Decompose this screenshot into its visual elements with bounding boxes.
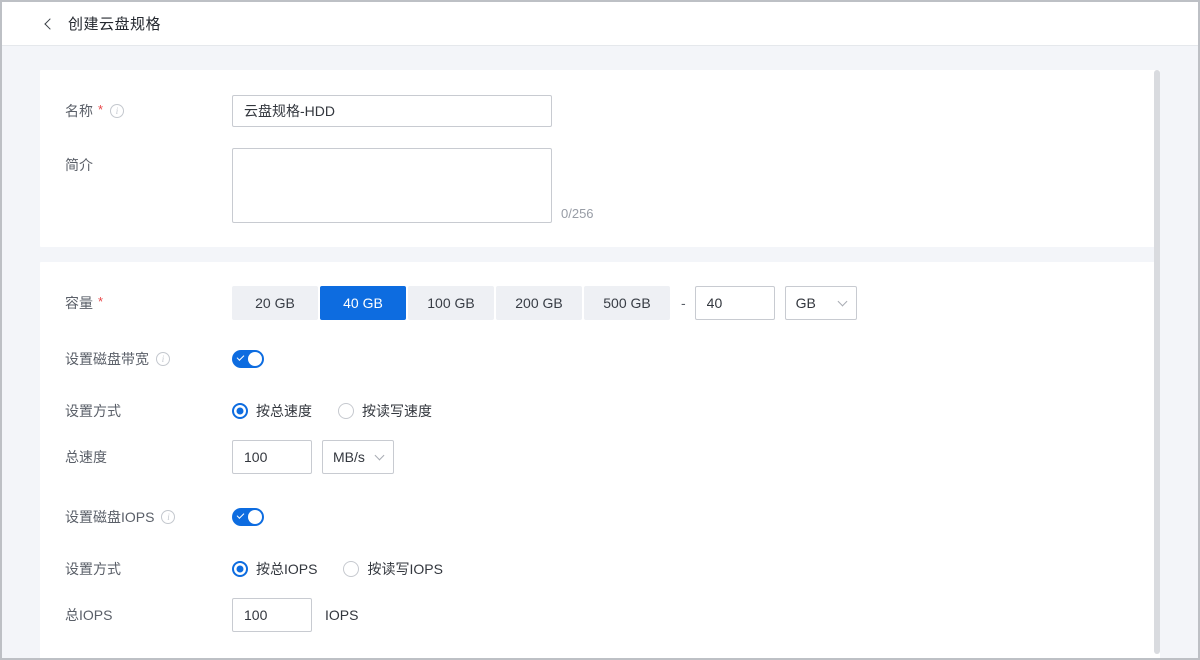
- speed-unit-value: MB/s: [333, 449, 365, 465]
- required-asterisk: *: [98, 102, 103, 117]
- chevron-down-icon: [375, 451, 385, 461]
- total-speed-input[interactable]: [232, 440, 312, 474]
- speed-mode-row: 设置方式 按总速度 按读写速度: [65, 394, 1135, 428]
- info-icon[interactable]: i: [110, 104, 124, 118]
- description-field-label-group: 简介: [65, 148, 232, 175]
- description-textarea[interactable]: [232, 148, 552, 223]
- radio-circle: [232, 561, 248, 577]
- speed-mode-label: 设置方式: [65, 401, 121, 421]
- speed-mode-radio-group: 按总速度 按读写速度: [232, 401, 432, 421]
- radio-circle: [343, 561, 359, 577]
- total-iops-input[interactable]: [232, 598, 312, 632]
- speed-mode-label-group: 设置方式: [65, 401, 232, 421]
- check-icon: [237, 353, 245, 361]
- description-textarea-wrap: 0/256: [232, 148, 594, 223]
- page-header: 创建云盘规格: [2, 2, 1198, 46]
- iops-unit-label: IOPS: [325, 607, 358, 623]
- bandwidth-label-group: 设置磁盘带宽 i: [65, 349, 232, 369]
- capacity-config-card: 容量 * 20 GB 40 GB 100 GB 200 GB 500 GB - G…: [40, 262, 1160, 658]
- radio-readwrite-iops-label: 按读写IOPS: [367, 559, 442, 579]
- page-title: 创建云盘规格: [68, 13, 161, 34]
- iops-mode-label-group: 设置方式: [65, 559, 232, 579]
- iops-toggle-label: 设置磁盘IOPS: [65, 507, 154, 527]
- check-icon: [237, 511, 245, 519]
- toggle-knob: [248, 510, 262, 524]
- total-speed-label-group: 总速度: [65, 447, 232, 467]
- iops-mode-row: 设置方式 按总IOPS 按读写IOPS: [65, 552, 1135, 586]
- capacity-label-group: 容量 *: [65, 293, 232, 313]
- capacity-option-40gb[interactable]: 40 GB: [320, 286, 406, 320]
- radio-circle: [338, 403, 354, 419]
- iops-mode-label: 设置方式: [65, 559, 121, 579]
- total-iops-label: 总IOPS: [65, 605, 112, 625]
- capacity-option-group: 20 GB 40 GB 100 GB 200 GB 500 GB: [232, 286, 670, 320]
- char-counter: 0/256: [561, 206, 594, 223]
- toggle-knob: [248, 352, 262, 366]
- name-label: 名称: [65, 101, 93, 121]
- iops-toggle[interactable]: [232, 508, 264, 526]
- capacity-row: 容量 * 20 GB 40 GB 100 GB 200 GB 500 GB - G…: [65, 286, 1135, 320]
- vertical-scrollbar-thumb[interactable]: [1154, 70, 1160, 654]
- radio-circle: [232, 403, 248, 419]
- custom-capacity-input[interactable]: [695, 286, 775, 320]
- capacity-option-100gb[interactable]: 100 GB: [408, 286, 494, 320]
- radio-total-speed-label: 按总速度: [256, 401, 312, 421]
- radio-total-iops-label: 按总IOPS: [256, 559, 317, 579]
- info-icon[interactable]: i: [156, 352, 170, 366]
- iops-toggle-row: 设置磁盘IOPS i: [65, 500, 1135, 534]
- radio-total-iops[interactable]: 按总IOPS: [232, 559, 317, 579]
- basic-info-card: 名称 * i 简介 0/256: [40, 70, 1160, 247]
- name-field-label-group: 名称 * i: [65, 101, 232, 121]
- range-separator: -: [681, 295, 686, 311]
- description-label: 简介: [65, 155, 93, 175]
- description-field-row: 简介 0/256: [65, 148, 1135, 223]
- chevron-down-icon: [837, 297, 847, 307]
- capacity-unit-select[interactable]: GB: [785, 286, 857, 320]
- bandwidth-toggle-row: 设置磁盘带宽 i: [65, 342, 1135, 376]
- capacity-label: 容量: [65, 293, 93, 313]
- total-speed-row: 总速度 MB/s: [65, 440, 1135, 474]
- bandwidth-label: 设置磁盘带宽: [65, 349, 149, 369]
- name-field-row: 名称 * i: [65, 95, 1135, 127]
- back-button[interactable]: [40, 16, 56, 32]
- info-icon[interactable]: i: [161, 510, 175, 524]
- capacity-unit-value: GB: [796, 295, 816, 311]
- iops-toggle-label-group: 设置磁盘IOPS i: [65, 507, 232, 527]
- total-iops-row: 总IOPS IOPS: [65, 598, 1135, 632]
- speed-unit-select[interactable]: MB/s: [322, 440, 394, 474]
- capacity-option-200gb[interactable]: 200 GB: [496, 286, 582, 320]
- iops-mode-radio-group: 按总IOPS 按读写IOPS: [232, 559, 443, 579]
- name-input[interactable]: [232, 95, 552, 127]
- radio-readwrite-iops[interactable]: 按读写IOPS: [343, 559, 442, 579]
- capacity-option-500gb[interactable]: 500 GB: [584, 286, 670, 320]
- required-asterisk: *: [98, 294, 103, 309]
- radio-readwrite-speed[interactable]: 按读写速度: [338, 401, 432, 421]
- total-iops-label-group: 总IOPS: [65, 605, 232, 625]
- radio-total-speed[interactable]: 按总速度: [232, 401, 312, 421]
- capacity-option-20gb[interactable]: 20 GB: [232, 286, 318, 320]
- radio-readwrite-speed-label: 按读写速度: [362, 401, 432, 421]
- content-area: 名称 * i 简介 0/256 容量 * 20 GB 40 GB 100 GB: [2, 46, 1198, 658]
- chevron-left-icon: [44, 18, 55, 29]
- bandwidth-toggle[interactable]: [232, 350, 264, 368]
- total-speed-label: 总速度: [65, 447, 107, 467]
